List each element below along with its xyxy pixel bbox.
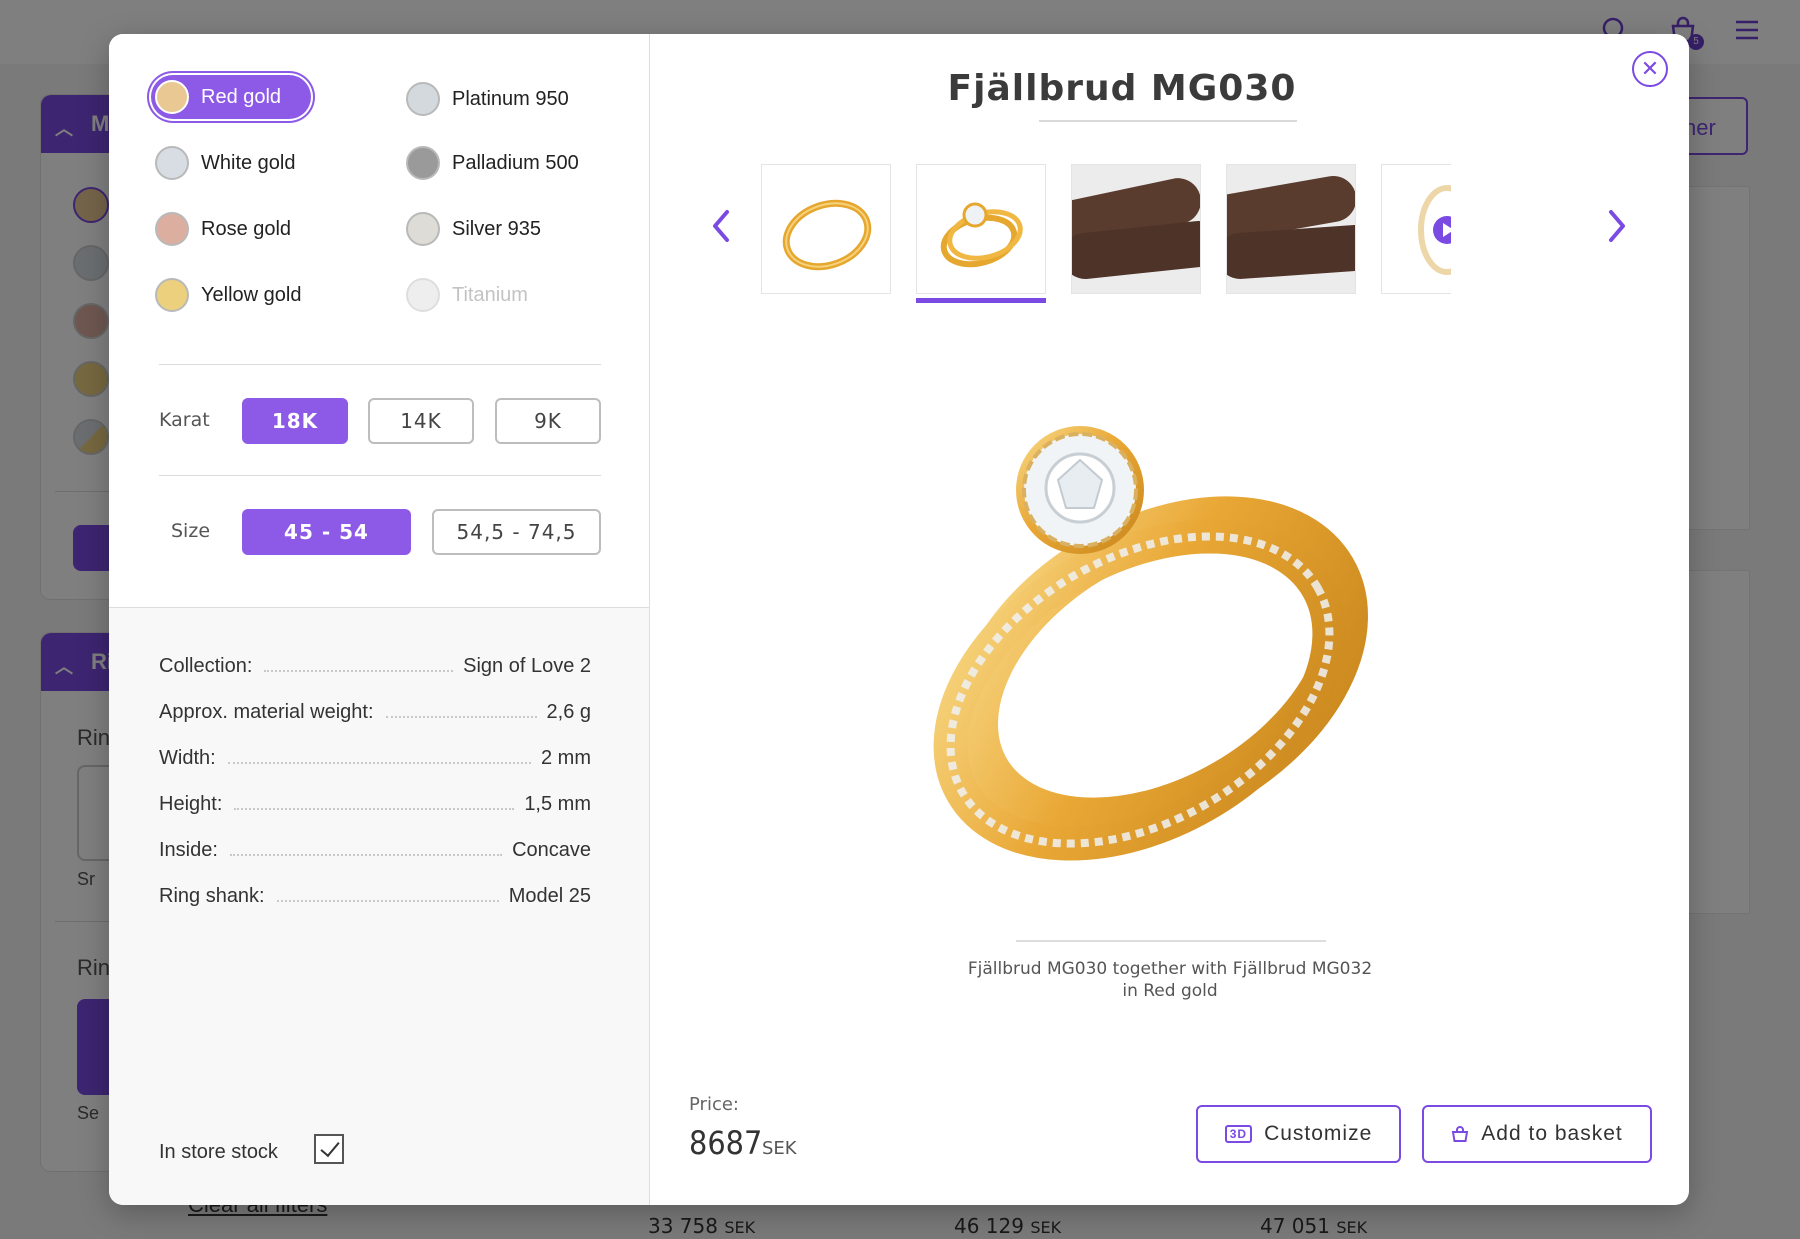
metal-option-silver-935[interactable]: Silver 935 — [406, 207, 541, 251]
metal-label: Yellow gold — [201, 283, 302, 306]
caption-divider — [1016, 940, 1326, 942]
metal-option-white-gold[interactable]: White gold — [155, 141, 296, 185]
spec-value: Concave — [512, 839, 591, 861]
close-icon: ✕ — [1640, 56, 1660, 81]
price-value: 8687 — [689, 1124, 763, 1162]
options-column: Red gold White gold Rose gold Yellow gol… — [109, 34, 650, 1205]
color-swatch-icon — [155, 146, 189, 180]
color-swatch-icon — [406, 146, 440, 180]
close-button[interactable]: ✕ — [1632, 51, 1668, 87]
spec-value: 2 mm — [541, 747, 591, 769]
in-store-stock-checkbox[interactable] — [314, 1134, 344, 1164]
metal-option-rose-gold[interactable]: Rose gold — [155, 207, 291, 251]
spec-row-collection: Collection: Sign of Love 2 — [159, 648, 591, 678]
gallery-next-button[interactable] — [1602, 208, 1632, 248]
metal-label: Platinum 950 — [452, 87, 569, 110]
options-section: Red gold White gold Rose gold Yellow gol… — [109, 34, 649, 608]
gallery-prev-button[interactable] — [706, 208, 736, 248]
customize-label: Customize — [1264, 1122, 1373, 1145]
customize-button[interactable]: 3D Customize — [1196, 1105, 1401, 1163]
metal-label: Red gold — [201, 85, 282, 108]
size-option-45-54[interactable]: 45 - 54 — [242, 509, 411, 555]
karat-option-9k[interactable]: 9K — [495, 398, 601, 444]
chevron-right-icon — [1609, 210, 1625, 242]
metal-option-palladium-500[interactable]: Palladium 500 — [406, 141, 579, 185]
add-to-basket-label: Add to basket — [1481, 1122, 1623, 1145]
hands-image — [1227, 165, 1355, 293]
price-currency: SEK — [762, 1138, 797, 1159]
gallery-thumbnails — [761, 164, 1451, 304]
color-swatch-icon — [406, 82, 440, 116]
active-thumbnail-indicator — [916, 298, 1046, 303]
dotted-leader — [229, 854, 503, 856]
spec-row-height: Height: 1,5 mm — [159, 786, 591, 816]
metal-option-titanium: Titanium — [406, 273, 528, 317]
thumbnail-ring-side[interactable] — [761, 164, 891, 294]
metal-option-platinum-950[interactable]: Platinum 950 — [406, 77, 569, 121]
karat-label: Karat — [159, 409, 210, 431]
hands-image — [1072, 165, 1200, 293]
spec-value: Sign of Love 2 — [463, 655, 591, 677]
karat-option-14k[interactable]: 14K — [368, 398, 474, 444]
spec-value: Model 25 — [508, 885, 591, 907]
metal-label: White gold — [201, 151, 296, 174]
color-swatch-icon — [406, 278, 440, 312]
spec-row-width: Width: 2 mm — [159, 740, 591, 770]
metal-option-red-gold[interactable]: Red gold — [151, 75, 312, 119]
size-label: Size — [171, 520, 211, 542]
3d-icon: 3D — [1224, 1125, 1253, 1143]
spec-row-inside: Inside: Concave — [159, 832, 591, 862]
spec-key: Height: — [159, 793, 223, 815]
thumbnail-hands-photo-1[interactable] — [1071, 164, 1201, 294]
thumbnail-video[interactable] — [1381, 164, 1451, 294]
metal-label: Silver 935 — [452, 217, 541, 240]
image-caption: Fjällbrud MG030 together with Fjällbrud … — [860, 958, 1480, 1002]
divider — [159, 475, 601, 476]
title-underline — [1039, 120, 1297, 122]
color-swatch-icon — [155, 212, 189, 246]
dotted-leader — [264, 670, 454, 672]
chevron-left-icon — [713, 210, 729, 242]
caption-line-1: Fjällbrud MG030 together with Fjällbrud … — [967, 959, 1373, 979]
price-label: Price: — [689, 1094, 739, 1115]
karat-option-18k[interactable]: 18K — [242, 398, 348, 444]
spec-key: Inside: — [159, 839, 218, 861]
spec-row-ring-shank: Ring shank: Model 25 — [159, 878, 591, 908]
color-swatch-icon — [406, 212, 440, 246]
product-modal: Red gold White gold Rose gold Yellow gol… — [109, 34, 1689, 1205]
spec-value: 2,6 g — [546, 701, 591, 723]
product-image — [880, 380, 1420, 900]
dotted-leader — [227, 762, 531, 764]
add-to-basket-button[interactable]: Add to basket — [1422, 1105, 1652, 1163]
spec-key: Ring shank: — [159, 885, 265, 907]
basket-icon — [1452, 1126, 1469, 1142]
spec-key: Approx. material weight: — [159, 701, 374, 723]
thumbnail-hands-photo-2[interactable] — [1226, 164, 1356, 294]
in-store-stock-label: In store stock — [159, 1141, 278, 1163]
dotted-leader — [276, 900, 499, 902]
color-swatch-icon — [155, 278, 189, 312]
spec-row-weight: Approx. material weight: 2,6 g — [159, 694, 591, 724]
divider — [159, 364, 601, 365]
metal-label: Palladium 500 — [452, 151, 579, 174]
product-title: Fjällbrud MG030 — [947, 68, 1297, 109]
dotted-leader — [234, 808, 515, 810]
size-option-54-5-74-5[interactable]: 54,5 - 74,5 — [432, 509, 601, 555]
thumbnail-ring-set[interactable] — [916, 164, 1046, 294]
metal-option-yellow-gold[interactable]: Yellow gold — [155, 273, 301, 317]
spec-key: Collection: — [159, 655, 253, 677]
caption-line-2: in Red gold — [1122, 981, 1218, 1001]
spec-value: 1,5 mm — [524, 793, 591, 815]
spec-key: Width: — [159, 747, 216, 769]
color-swatch-icon — [155, 80, 189, 114]
metal-label: Titanium — [452, 283, 528, 306]
metal-label: Rose gold — [201, 217, 292, 240]
dotted-leader — [385, 716, 537, 718]
